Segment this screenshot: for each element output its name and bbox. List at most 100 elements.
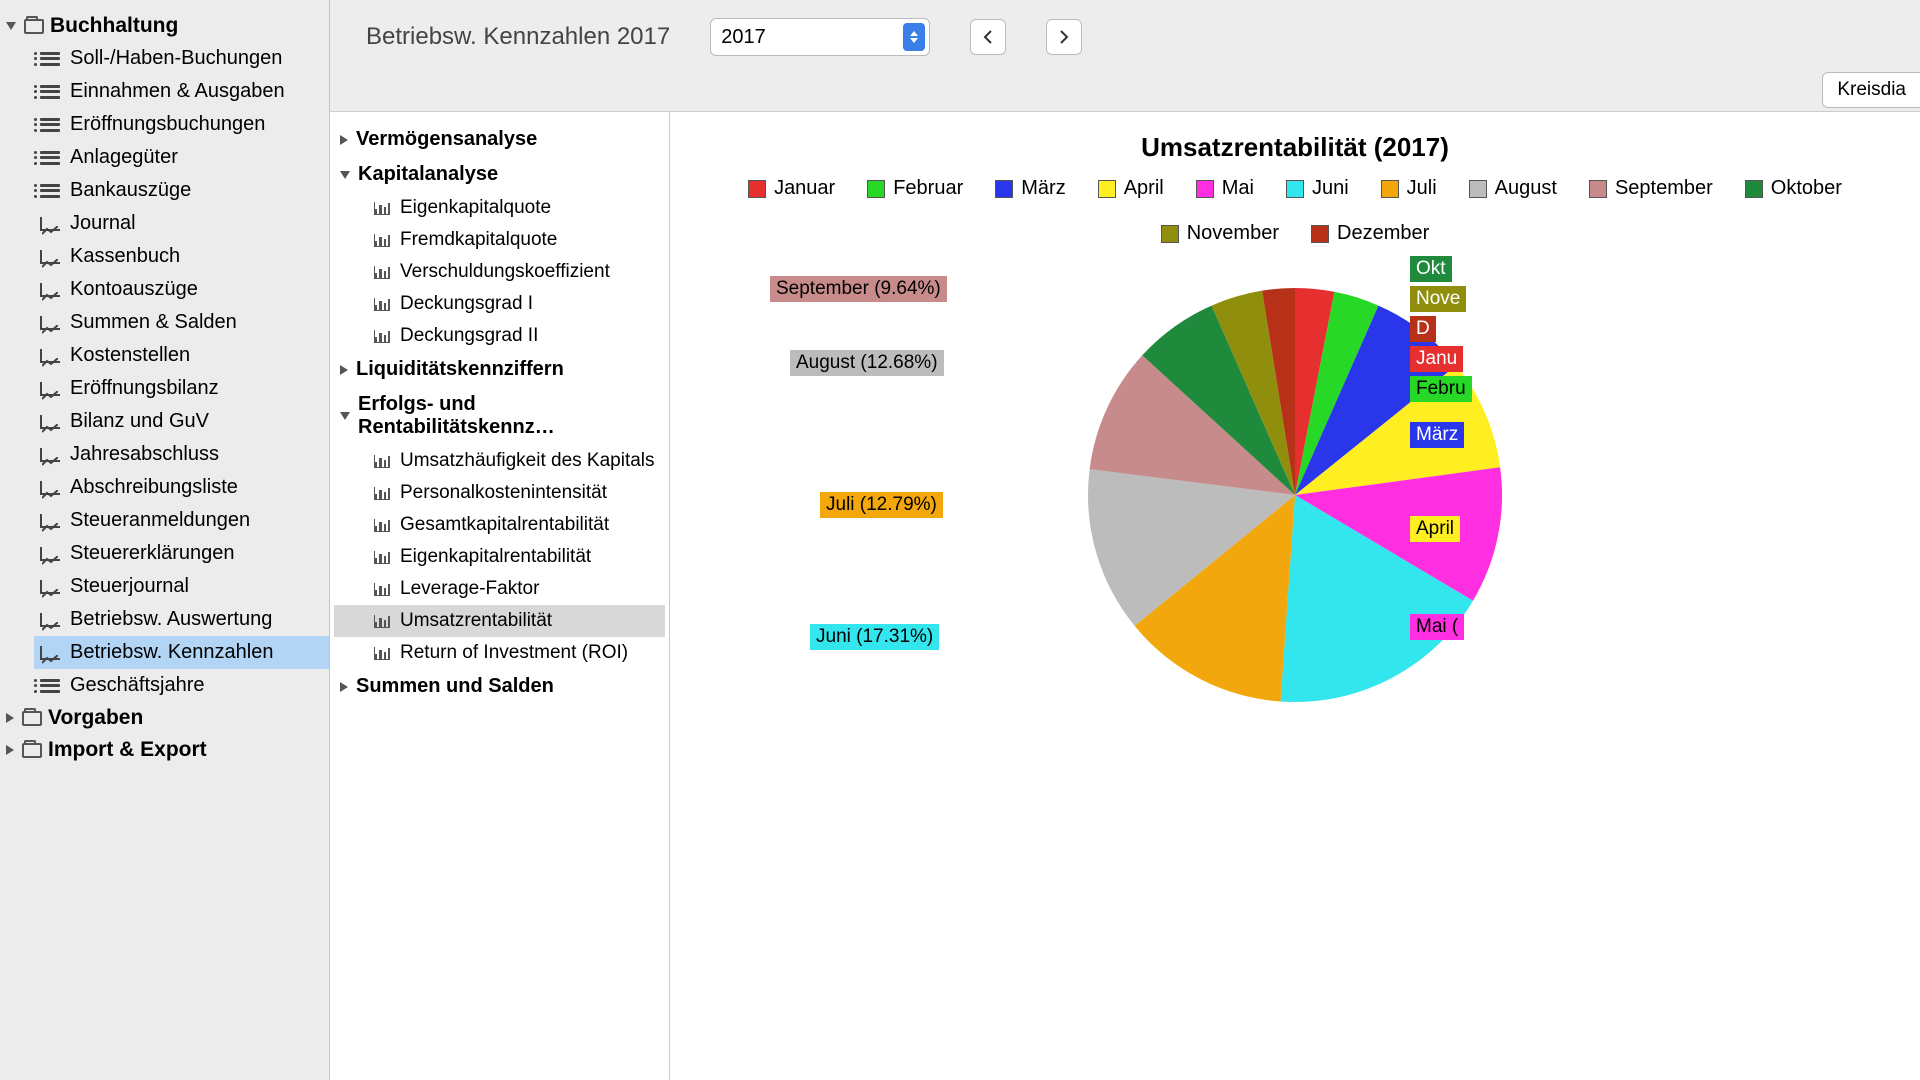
year-stepper[interactable]	[903, 23, 925, 51]
metrics-group[interactable]: Summen und Salden	[334, 669, 665, 704]
sidebar-item[interactable]: Kassenbuch	[34, 240, 329, 273]
sidebar-item[interactable]: Steuererklärungen	[34, 537, 329, 570]
metrics-item[interactable]: Eigenkapitalquote	[334, 192, 665, 224]
sidebar-item[interactable]: Kontoauszüge	[34, 273, 329, 306]
sidebar-item[interactable]: Jahresabschluss	[34, 438, 329, 471]
sidebar-item-label: Abschreibungsliste	[70, 476, 238, 499]
sidebar-group-label: Import & Export	[48, 738, 207, 762]
metrics-group-label: Erfolgs- und Rentabilitätskennz…	[358, 393, 659, 439]
bars-icon	[374, 330, 390, 343]
year-select[interactable]: 2017	[710, 18, 930, 56]
chevron-down-icon	[6, 22, 16, 30]
metrics-group[interactable]: Kapitalanalyse	[334, 157, 665, 192]
folder-icon	[24, 19, 44, 34]
sidebar-item-label: Bankauszüge	[70, 179, 191, 202]
legend-item: April	[1098, 177, 1164, 200]
sidebar-item[interactable]: Summen & Salden	[34, 306, 329, 339]
metrics-item[interactable]: Gesamtkapitalrentabilität	[334, 509, 665, 541]
sidebar-item[interactable]: Einnahmen & Ausgaben	[34, 75, 329, 108]
slice-label: Juli (12.79%)	[820, 492, 943, 518]
metrics-group-label: Vermögensanalyse	[356, 128, 537, 151]
sidebar-item[interactable]: Soll-/Haben-Buchungen	[34, 42, 329, 75]
metrics-item[interactable]: Eigenkapitalrentabilität	[334, 541, 665, 573]
metrics-group[interactable]: Liquiditätskennziffern	[334, 352, 665, 387]
metrics-item-label: Deckungsgrad I	[400, 293, 533, 315]
metrics-item[interactable]: Verschuldungskoeffizient	[334, 256, 665, 288]
bars-icon	[374, 234, 390, 247]
chart-type-button[interactable]: Kreisdia	[1822, 72, 1920, 108]
sidebar-item[interactable]: Steueranmeldungen	[34, 504, 329, 537]
sidebar-item[interactable]: Bankauszüge	[34, 174, 329, 207]
sidebar-group-label: Buchhaltung	[50, 14, 178, 38]
metrics-group[interactable]: Vermögensanalyse	[334, 122, 665, 157]
chart-icon	[40, 316, 60, 330]
legend-swatch	[1381, 180, 1399, 198]
sidebar-item[interactable]: Bilanz und GuV	[34, 405, 329, 438]
metrics-item-label: Deckungsgrad II	[400, 325, 538, 347]
metrics-item[interactable]: Umsatzrentabilität	[334, 605, 665, 637]
legend-swatch	[1745, 180, 1763, 198]
page-title: Betriebsw. Kennzahlen 2017	[366, 23, 670, 51]
chevron-right-icon	[6, 745, 14, 755]
metrics-item[interactable]: Personalkostenintensität	[334, 477, 665, 509]
sidebar-item[interactable]: Steuerjournal	[34, 570, 329, 603]
sidebar-item[interactable]: Anlagegüter	[34, 141, 329, 174]
metrics-item[interactable]: Umsatzhäufigkeit des Kapitals	[334, 445, 665, 477]
sidebar-item-label: Geschäftsjahre	[70, 674, 205, 697]
slice-label: August (12.68%)	[790, 350, 944, 376]
chart-icon	[40, 349, 60, 363]
chart-icon	[40, 283, 60, 297]
metrics-group-label: Kapitalanalyse	[358, 163, 498, 186]
sidebar-item[interactable]: Betriebsw. Auswertung	[34, 603, 329, 636]
sidebar-item[interactable]: Eröffnungsbuchungen	[34, 108, 329, 141]
list-icon	[40, 679, 60, 693]
chevron-right-icon	[340, 365, 348, 375]
sidebar-item[interactable]: Journal	[34, 207, 329, 240]
sidebar: Buchhaltung Soll-/Haben-BuchungenEinnahm…	[0, 0, 330, 1080]
bars-icon	[374, 647, 390, 660]
metrics-item[interactable]: Fremdkapitalquote	[334, 224, 665, 256]
metrics-item[interactable]: Deckungsgrad I	[334, 288, 665, 320]
chart-legend: JanuarFebruarMärzAprilMaiJuniJuliAugustS…	[690, 177, 1900, 245]
sidebar-item[interactable]: Eröffnungsbilanz	[34, 372, 329, 405]
sidebar-group[interactable]: Vorgaben	[0, 702, 329, 734]
legend-swatch	[995, 180, 1013, 198]
sidebar-item-label: Eröffnungsbuchungen	[70, 113, 265, 136]
metrics-group[interactable]: Erfolgs- und Rentabilitätskennz…	[334, 387, 665, 445]
legend-label: September	[1615, 177, 1713, 200]
sidebar-item-label: Bilanz und GuV	[70, 410, 209, 433]
legend-item: Januar	[748, 177, 835, 200]
sidebar-item[interactable]: Betriebsw. Kennzahlen	[34, 636, 329, 669]
prev-year-button[interactable]	[970, 19, 1006, 55]
metrics-item-label: Gesamtkapitalrentabilität	[400, 514, 609, 536]
sidebar-item-label: Eröffnungsbilanz	[70, 377, 219, 400]
metrics-group-label: Summen und Salden	[356, 675, 554, 698]
legend-item: September	[1589, 177, 1713, 200]
folder-icon	[22, 743, 42, 758]
metrics-item[interactable]: Deckungsgrad II	[334, 320, 665, 352]
metrics-item[interactable]: Leverage-Faktor	[334, 573, 665, 605]
slice-label: Mai (	[1410, 614, 1464, 640]
legend-item: November	[1161, 222, 1279, 245]
legend-item: Juli	[1381, 177, 1437, 200]
sidebar-item-label: Steuererklärungen	[70, 542, 235, 565]
sidebar-group-buchhaltung[interactable]: Buchhaltung	[0, 10, 329, 42]
legend-label: Mai	[1222, 177, 1254, 200]
legend-item: Februar	[867, 177, 963, 200]
metrics-panel: Vermögensanalyse Kapitalanalyse Eigenkapit…	[330, 112, 670, 1080]
sidebar-item-label: Steueranmeldungen	[70, 509, 250, 532]
bars-icon	[374, 266, 390, 279]
next-year-button[interactable]	[1046, 19, 1082, 55]
legend-swatch	[867, 180, 885, 198]
metrics-item[interactable]: Return of Investment (ROI)	[334, 637, 665, 669]
chart-icon	[40, 250, 60, 264]
sidebar-group[interactable]: Import & Export	[0, 734, 329, 766]
legend-label: November	[1187, 222, 1279, 245]
chart-icon	[40, 646, 60, 660]
sidebar-item[interactable]: Geschäftsjahre	[34, 669, 329, 702]
chevron-down-icon	[340, 171, 350, 179]
slice-label: D	[1410, 316, 1436, 342]
legend-item: Dezember	[1311, 222, 1429, 245]
sidebar-item[interactable]: Abschreibungsliste	[34, 471, 329, 504]
sidebar-item[interactable]: Kostenstellen	[34, 339, 329, 372]
